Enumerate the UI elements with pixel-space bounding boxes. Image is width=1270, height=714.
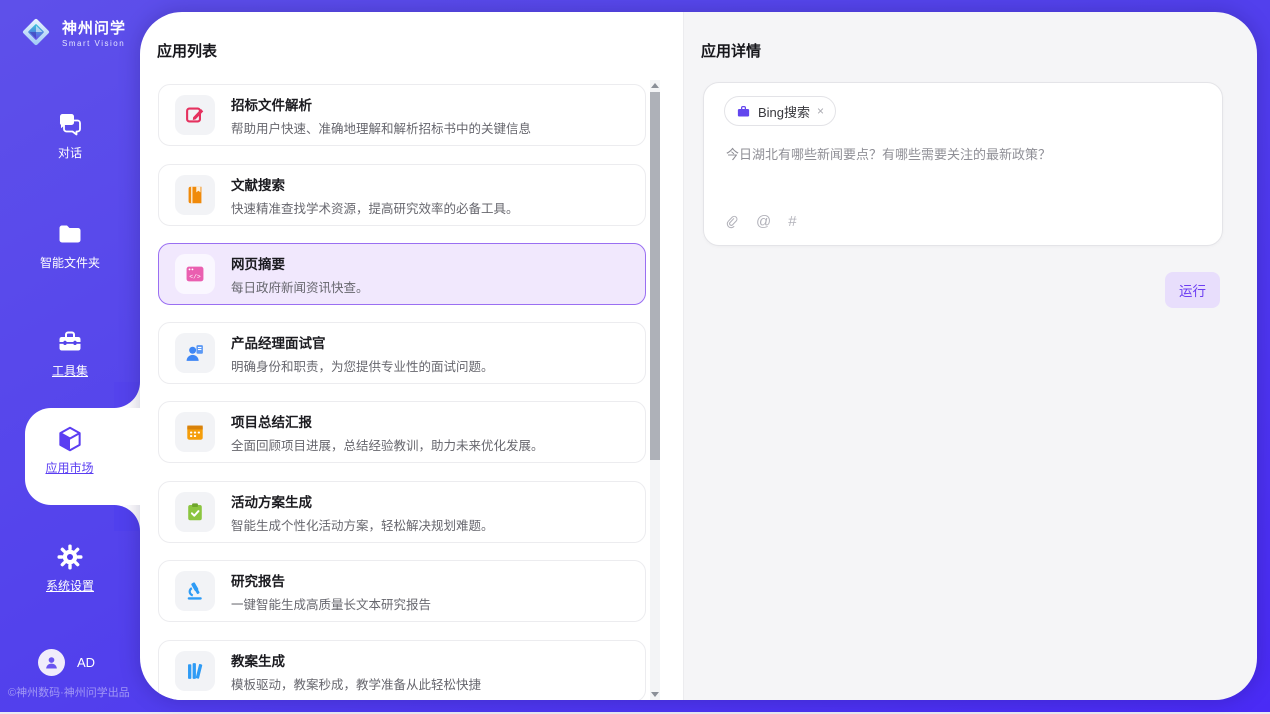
app-card-title: 招标文件解析 [231, 94, 531, 114]
sidebar-item-label: 系统设置 [46, 579, 94, 593]
brand-logo: 神州问学 Smart Vision [18, 14, 126, 50]
toolbox-icon [56, 328, 84, 356]
scrollbar-thumb[interactable] [650, 92, 660, 460]
app-card-title: 项目总结汇报 [231, 411, 544, 431]
svg-text:</>: </> [189, 274, 201, 281]
hash-icon[interactable]: # [788, 213, 796, 230]
calendar-icon [175, 412, 215, 452]
sidebar-item-label: 智能文件夹 [40, 256, 100, 270]
sidebar-item-label: 对话 [58, 146, 82, 160]
chip-close-icon[interactable]: × [817, 104, 824, 118]
sidebar-item-settings[interactable]: 系统设置 [0, 543, 140, 595]
book-icon [175, 175, 215, 215]
user-icon [43, 654, 60, 671]
app-card-title: 研究报告 [231, 570, 431, 590]
app-list-title: 应用列表 [157, 40, 217, 61]
app-card-desc: 每日政府新闻资讯快查。 [231, 277, 369, 296]
app-frame: 神州问学 Smart Vision 对话 智能文件夹 [0, 0, 1270, 712]
app-card-desc: 模板驱动，教案秒成，教学准备从此轻松快捷 [231, 674, 481, 693]
run-button[interactable]: 运行 [1165, 272, 1220, 308]
chat-icon [56, 110, 84, 138]
brand-tagline: Smart Vision [62, 39, 126, 48]
app-card-title: 网页摘要 [231, 253, 369, 273]
app-detail-panel: 应用详情 Bing搜索 × 今日湖北有哪些新闻要点？有哪些需要关注的最新政策？ … [683, 12, 1257, 700]
prompt-card: Bing搜索 × 今日湖北有哪些新闻要点？有哪些需要关注的最新政策？ @ # [703, 82, 1223, 246]
app-card-title: 活动方案生成 [231, 491, 494, 511]
app-card-research-report[interactable]: 研究报告 一键智能生成高质量长文本研究报告 [158, 560, 646, 622]
copyright-footer: ©神州数码·神州问学出品 [8, 684, 130, 700]
app-card-project-summary[interactable]: 项目总结汇报 全面回顾项目进展，总结经验教训，助力未来优化发展。 [158, 401, 646, 463]
app-card-web-summary[interactable]: </> 网页摘要 每日政府新闻资讯快查。 [158, 243, 646, 305]
app-card-pm-interviewer[interactable]: 产品经理面试官 明确身份和职责，为您提供专业性的面试问题。 [158, 322, 646, 384]
briefcase-icon [736, 104, 751, 119]
attachment-toolbar: @ # [724, 213, 797, 230]
scrollbar-down-icon[interactable] [651, 692, 659, 697]
app-card-desc: 智能生成个性化活动方案，轻松解决规划难题。 [231, 515, 494, 534]
paperclip-icon[interactable] [724, 213, 739, 230]
app-card-lesson-plan[interactable]: 教案生成 模板驱动，教案秒成，教学准备从此轻松快捷 [158, 640, 646, 700]
edit-document-icon [175, 95, 215, 135]
sidebar-item-toolset[interactable]: 工具集 [0, 328, 140, 380]
app-card-event-plan[interactable]: 活动方案生成 智能生成个性化活动方案，轻松解决规划难题。 [158, 481, 646, 543]
app-card-title: 文献搜索 [231, 174, 519, 194]
mention-icon[interactable]: @ [756, 213, 771, 230]
web-code-icon: </> [175, 254, 215, 294]
app-detail-title: 应用详情 [701, 40, 761, 61]
sidebar-item-label: 应用市场 [45, 461, 93, 475]
app-list-panel: 应用列表 招标文件解析 帮助用户快速、准确地理解和解析招标书中的关键信息 [140, 12, 683, 700]
app-card-desc: 一键智能生成高质量长文本研究报告 [231, 594, 431, 613]
clipboard-check-icon [175, 492, 215, 532]
app-card-bid-parsing[interactable]: 招标文件解析 帮助用户快速、准确地理解和解析招标书中的关键信息 [158, 84, 646, 146]
sidebar-item-chat[interactable]: 对话 [0, 110, 140, 162]
tool-chip-label: Bing搜索 [758, 102, 810, 121]
avatar [38, 649, 65, 676]
app-list-scrollbar[interactable] [650, 80, 660, 700]
books-icon [175, 651, 215, 691]
app-card-literature-search[interactable]: 文献搜索 快速精准查找学术资源，提高研究效率的必备工具。 [158, 164, 646, 226]
user-initials: AD [77, 655, 95, 670]
app-card-desc: 帮助用户快速、准确地理解和解析招标书中的关键信息 [231, 118, 531, 137]
gear-icon [56, 543, 84, 571]
folder-icon [56, 220, 84, 248]
sidebar-item-smart-folder[interactable]: 智能文件夹 [0, 220, 140, 272]
scrollbar-up-icon[interactable] [651, 83, 659, 88]
main-content: 应用列表 招标文件解析 帮助用户快速、准确地理解和解析招标书中的关键信息 [140, 12, 1257, 700]
sidebar: 神州问学 Smart Vision 对话 智能文件夹 [0, 0, 140, 712]
app-card-title: 产品经理面试官 [231, 332, 494, 352]
interviewer-icon [175, 333, 215, 373]
brand-name: 神州问学 [62, 17, 126, 38]
prompt-input[interactable]: 今日湖北有哪些新闻要点？有哪些需要关注的最新政策？ [726, 145, 1202, 164]
app-card-desc: 全面回顾项目进展，总结经验教训，助力未来优化发展。 [231, 435, 544, 454]
logo-diamond-icon [18, 14, 54, 50]
app-card-list: 招标文件解析 帮助用户快速、准确地理解和解析招标书中的关键信息 文献搜索 [158, 84, 646, 700]
user-account[interactable]: AD [38, 649, 95, 676]
sidebar-item-app-market[interactable]: 应用市场 [25, 408, 140, 505]
microscope-icon [175, 571, 215, 611]
cube-icon [55, 424, 85, 454]
app-card-desc: 明确身份和职责，为您提供专业性的面试问题。 [231, 356, 494, 375]
app-card-title: 教案生成 [231, 650, 481, 670]
sidebar-item-label: 工具集 [52, 364, 88, 378]
app-card-desc: 快速精准查找学术资源，提高研究效率的必备工具。 [231, 198, 519, 217]
tool-chip-bing-search[interactable]: Bing搜索 × [724, 96, 836, 126]
